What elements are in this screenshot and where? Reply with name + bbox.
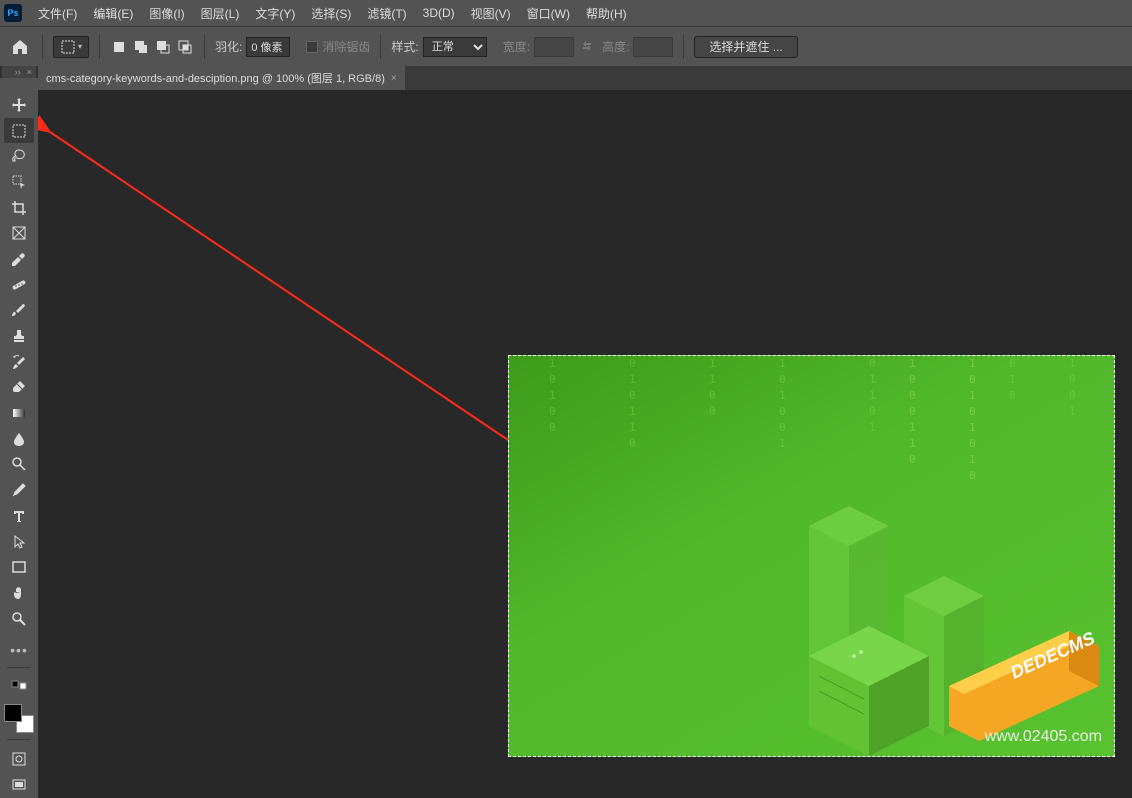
move-tool[interactable] (4, 92, 34, 118)
menu-window[interactable]: 窗口(W) (519, 0, 578, 26)
menu-edit[interactable]: 编辑(E) (85, 0, 141, 26)
history-brush-tool[interactable] (4, 349, 34, 375)
divider (204, 35, 205, 59)
quick-select-tool[interactable] (4, 169, 34, 195)
edit-toolbar[interactable]: ••• (4, 637, 34, 663)
color-swatches[interactable] (4, 704, 34, 734)
divider (42, 35, 43, 59)
marquee-selection: 10100 010110 1100 101001 01101 1000110 1… (508, 355, 1115, 757)
swap-dimensions-icon (580, 39, 596, 55)
document-image: 10100 010110 1100 101001 01101 1000110 1… (509, 356, 1114, 756)
select-and-mask-button[interactable]: 选择并遮住 ... (694, 36, 797, 58)
antialias-checkbox (306, 41, 318, 53)
feather-group: 羽化: (215, 37, 290, 57)
antialias-group: 消除锯齿 (306, 38, 370, 55)
menu-view[interactable]: 视图(V) (463, 0, 519, 26)
divider (380, 35, 381, 59)
style-group: 样式: 正常 (391, 37, 486, 57)
menu-type[interactable]: 文字(Y) (247, 0, 303, 26)
style-label: 样式: (391, 38, 418, 55)
selection-intersect-icon[interactable] (176, 38, 194, 56)
quick-mask-tool[interactable] (4, 746, 34, 772)
rectangle-tool[interactable] (4, 554, 34, 580)
canvas[interactable]: 10100 010110 1100 101001 01101 1000110 1… (38, 90, 1132, 798)
menu-help[interactable]: 帮助(H) (578, 0, 635, 26)
divider (683, 35, 684, 59)
default-colors-icon[interactable] (4, 672, 34, 698)
selection-mode-group (110, 38, 194, 56)
brush-tool[interactable] (4, 298, 34, 324)
eraser-tool[interactable] (4, 375, 34, 401)
gradient-tool[interactable] (4, 400, 34, 426)
marquee-tool[interactable] (4, 118, 34, 144)
frame-tool[interactable] (4, 220, 34, 246)
document-tab-title: cms-category-keywords-and-desciption.png… (46, 70, 385, 86)
document-tab[interactable]: cms-category-keywords-and-desciption.png… (38, 66, 405, 90)
close-tab-icon[interactable]: × (391, 73, 397, 84)
lasso-tool[interactable] (4, 143, 34, 169)
width-input (534, 37, 574, 57)
menubar: Ps 文件(F) 编辑(E) 图像(I) 图层(L) 文字(Y) 选择(S) 滤… (0, 0, 1132, 26)
crop-tool[interactable] (4, 195, 34, 221)
stamp-tool[interactable] (4, 323, 34, 349)
eyedropper-tool[interactable] (4, 246, 34, 272)
zoom-tool[interactable] (4, 606, 34, 632)
menu-file[interactable]: 文件(F) (30, 0, 85, 26)
close-icon: × (27, 67, 32, 77)
menu-3d[interactable]: 3D(D) (415, 0, 463, 26)
screen-mode-tool[interactable] (4, 772, 34, 798)
menu-image[interactable]: 图像(I) (141, 0, 192, 26)
app-logo: Ps (4, 4, 22, 22)
healing-tool[interactable] (4, 272, 34, 298)
height-group: 高度: (602, 37, 673, 57)
antialias-label: 消除锯齿 (322, 38, 370, 55)
tools-panel: ••• (0, 78, 38, 798)
feather-input[interactable] (246, 37, 290, 57)
divider (99, 35, 100, 59)
type-tool[interactable] (4, 503, 34, 529)
blur-tool[interactable] (4, 426, 34, 452)
dodge-tool[interactable] (4, 452, 34, 478)
menu-select[interactable]: 选择(S) (303, 0, 359, 26)
menu-layer[interactable]: 图层(L) (193, 0, 248, 26)
height-input (633, 37, 673, 57)
foreground-color[interactable] (4, 704, 22, 722)
document-tabbar: cms-category-keywords-and-desciption.png… (38, 66, 1132, 90)
height-label: 高度: (602, 38, 629, 55)
home-button[interactable] (8, 35, 32, 59)
watermark-text: www.02405.com (985, 728, 1102, 746)
isometric-art: DEDECMS (509, 356, 1114, 756)
width-label: 宽度: (503, 38, 530, 55)
options-bar: ▾ 羽化: 消除锯齿 样式: 正常 宽度: 高度: 选择并遮住 ... (0, 26, 1132, 66)
pen-tool[interactable] (4, 477, 34, 503)
hand-tool[interactable] (4, 580, 34, 606)
selection-new-icon[interactable] (110, 38, 128, 56)
chevron-right-icon: ›› (15, 67, 21, 77)
menu-filter[interactable]: 滤镜(T) (359, 0, 414, 26)
feather-label: 羽化: (215, 38, 242, 55)
toolbar-collapse[interactable]: ›› × (2, 66, 36, 78)
path-select-tool[interactable] (4, 529, 34, 555)
annotation-arrow (38, 90, 558, 450)
width-group: 宽度: (503, 37, 574, 57)
selection-subtract-icon[interactable] (154, 38, 172, 56)
current-tool-preset[interactable]: ▾ (53, 36, 89, 58)
selection-add-icon[interactable] (132, 38, 150, 56)
style-select[interactable]: 正常 (423, 37, 487, 57)
